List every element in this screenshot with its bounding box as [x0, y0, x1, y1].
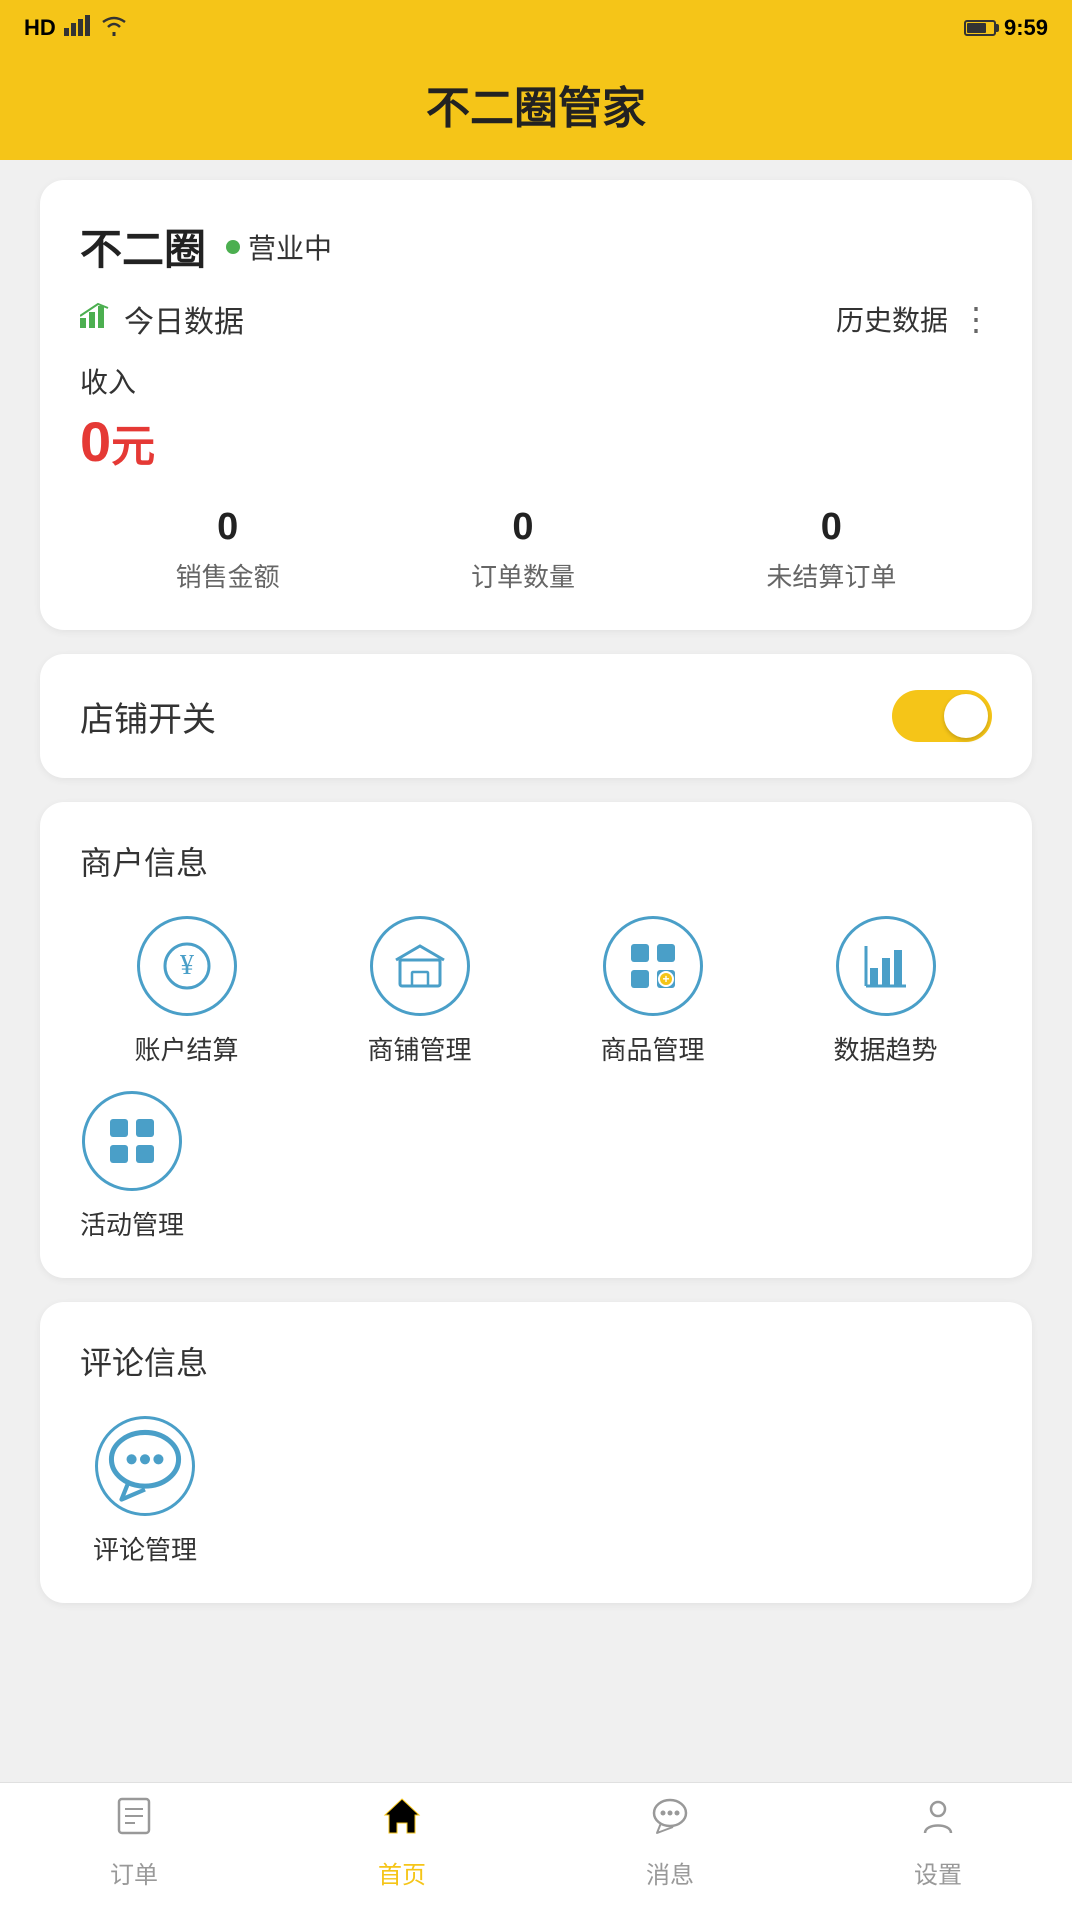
more-icon[interactable]: ⋮: [960, 300, 992, 338]
revenue-value: 0: [80, 410, 111, 473]
status-dot: [226, 240, 240, 254]
merchant-info-card: 商户信息 ¥ 账户结算: [40, 802, 1032, 1278]
wifi-icon: [100, 14, 128, 42]
settings-icon: [917, 1795, 959, 1847]
products-label: 商品管理: [600, 1030, 704, 1067]
menu-item-products[interactable]: + 商品管理: [546, 916, 759, 1067]
nav-item-settings[interactable]: 设置: [804, 1795, 1072, 1890]
trend-label: 数据趋势: [833, 1030, 937, 1067]
stat-orders-value: 0: [512, 506, 533, 549]
battery-icon: [964, 20, 996, 36]
today-data-label: 今日数据: [124, 297, 244, 341]
nav-home-label: 首页: [378, 1855, 426, 1890]
revenue-label: 收入: [80, 361, 992, 401]
signal-icon: [64, 14, 92, 42]
bottom-nav: 订单 首页 消息 设置: [0, 1782, 1072, 1912]
revenue-amount: 0元: [80, 409, 992, 474]
svg-text:¥: ¥: [180, 950, 194, 981]
revenue-unit: 元: [111, 422, 155, 471]
nav-order-label: 订单: [110, 1855, 158, 1890]
store-icon-wrapper: [370, 916, 470, 1016]
order-icon: [113, 1795, 155, 1847]
comment-section-title: 评论信息: [80, 1338, 992, 1384]
merchant-menu-grid: ¥ 账户结算 商铺管理: [80, 916, 992, 1067]
stat-sales: 0 销售金额: [176, 506, 280, 594]
account-label: 账户结算: [134, 1030, 238, 1067]
nav-settings-label: 设置: [914, 1855, 962, 1890]
stat-pending-label: 未结算订单: [766, 557, 896, 594]
stat-orders-label: 订单数量: [471, 557, 575, 594]
app-header: 不二圈管家: [0, 56, 1072, 160]
menu-item-activity[interactable]: 活动管理: [80, 1091, 184, 1242]
stat-sales-label: 销售金额: [176, 557, 280, 594]
status-badge: 营业中: [226, 227, 332, 267]
activity-label: 活动管理: [80, 1205, 184, 1242]
store-header: 不二圈 营业中: [80, 216, 992, 277]
today-data[interactable]: 今日数据: [80, 297, 244, 341]
comment-info-card: 评论信息 评论管理: [40, 1302, 1032, 1603]
nav-item-message[interactable]: 消息: [536, 1795, 804, 1890]
comment-icon-wrapper: [95, 1416, 195, 1516]
stat-orders: 0 订单数量: [471, 506, 575, 594]
menu-item-account[interactable]: ¥ 账户结算: [80, 916, 293, 1067]
data-row: 今日数据 历史数据 ⋮: [80, 297, 992, 341]
message-icon: [649, 1795, 691, 1847]
stat-pending: 0 未结算订单: [766, 506, 896, 594]
toggle-knob: [944, 694, 988, 738]
status-text: 营业中: [248, 227, 332, 267]
time-display: 9:59: [1004, 15, 1048, 41]
stat-sales-value: 0: [217, 506, 238, 549]
comment-label: 评论管理: [93, 1530, 197, 1567]
menu-item-trend[interactable]: 数据趋势: [779, 916, 992, 1067]
store-toggle-card: 店铺开关: [40, 654, 1032, 778]
nav-item-home[interactable]: 首页: [268, 1795, 536, 1890]
nav-item-order[interactable]: 订单: [0, 1795, 268, 1890]
chart-small-icon: [80, 302, 112, 336]
svg-text:+: +: [662, 972, 669, 986]
nav-message-label: 消息: [646, 1855, 694, 1890]
toggle-label: 店铺开关: [80, 692, 216, 741]
app-title: 不二圈管家: [0, 72, 1072, 136]
menu-item-store[interactable]: 商铺管理: [313, 916, 526, 1067]
trend-icon-wrapper: [836, 916, 936, 1016]
home-icon: [381, 1795, 423, 1847]
main-content: 不二圈 营业中 今日数据 历史数据 ⋮ 收入 0元: [0, 160, 1072, 1782]
merchant-menu-bottom: 活动管理: [80, 1091, 992, 1242]
store-data-card: 不二圈 营业中 今日数据 历史数据 ⋮ 收入 0元: [40, 180, 1032, 630]
products-icon-wrapper: +: [603, 916, 703, 1016]
activity-icon-wrapper: [82, 1091, 182, 1191]
store-name: 不二圈: [80, 216, 206, 277]
stats-row: 0 销售金额 0 订单数量 0 未结算订单: [80, 506, 992, 594]
menu-item-comment[interactable]: 评论管理: [80, 1416, 210, 1567]
history-data-label[interactable]: 历史数据: [836, 299, 948, 339]
status-right: 9:59: [964, 15, 1048, 41]
history-area: 历史数据 ⋮: [836, 299, 992, 339]
stat-pending-value: 0: [821, 506, 842, 549]
store-toggle-switch[interactable]: [892, 690, 992, 742]
status-bar: HD 9:59: [0, 0, 1072, 56]
status-left: HD: [24, 14, 128, 42]
account-icon-wrapper: ¥: [137, 916, 237, 1016]
merchant-section-title: 商户信息: [80, 838, 992, 884]
revenue-section: 收入 0元: [80, 361, 992, 474]
store-label: 商铺管理: [367, 1030, 471, 1067]
hd-label: HD: [24, 15, 56, 41]
